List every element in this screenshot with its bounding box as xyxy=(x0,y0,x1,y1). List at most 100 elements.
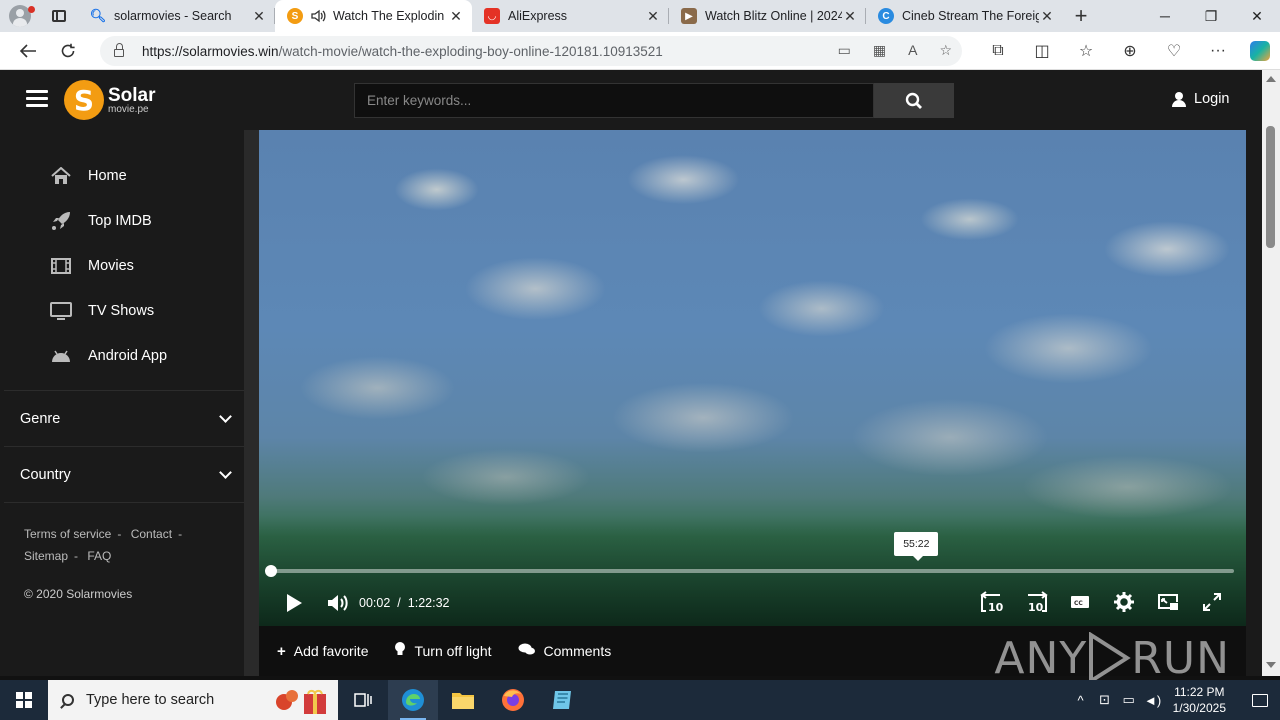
settings-gear-icon[interactable] xyxy=(1111,590,1137,614)
chevron-up-icon[interactable]: ^ xyxy=(1069,693,1093,708)
minimize-icon[interactable]: ─ xyxy=(1142,0,1188,32)
svg-text:CC: CC xyxy=(1074,600,1083,607)
file-explorer-button[interactable] xyxy=(438,680,488,720)
hamburger-menu-icon[interactable] xyxy=(26,90,48,108)
tab-aliexpress[interactable]: ◡ AliExpress ✕ xyxy=(472,0,669,32)
notifications-button[interactable] xyxy=(1240,680,1280,720)
rewind-10-icon[interactable]: 10 xyxy=(979,590,1005,614)
video-player[interactable]: 55:22 00:02/1:22:32 10 10 CC xyxy=(259,130,1246,626)
audio-playing-icon[interactable] xyxy=(311,9,327,23)
split-screen-icon[interactable]: ◫ xyxy=(1020,41,1064,61)
close-tab-icon[interactable]: ✕ xyxy=(448,8,464,25)
seek-tooltip: 55:22 xyxy=(894,532,939,561)
sitemap-link[interactable]: Sitemap xyxy=(24,549,68,563)
start-button[interactable] xyxy=(0,680,48,720)
app-available-icon[interactable]: ▭ xyxy=(838,42,851,59)
gift-decoration-icon[interactable] xyxy=(274,684,330,716)
app-taskbar-button[interactable] xyxy=(538,680,588,720)
login-button[interactable]: Login xyxy=(1172,91,1229,107)
volume-icon[interactable] xyxy=(327,593,349,613)
faq-link[interactable]: FAQ xyxy=(87,549,111,563)
terms-link[interactable]: Terms of service xyxy=(24,527,111,541)
extensions-icon[interactable]: ⧉ xyxy=(976,42,1020,60)
firefox-button[interactable] xyxy=(488,680,538,720)
search-icon xyxy=(62,694,74,706)
more-menu-icon[interactable]: ··· xyxy=(1196,42,1240,60)
logo-text: Solar xyxy=(108,84,156,106)
close-tab-icon[interactable]: ✕ xyxy=(842,8,858,25)
tab-watch-blitz[interactable]: ▶ Watch Blitz Online | 2024 ✕ xyxy=(669,0,866,32)
tab-title: AliExpress xyxy=(508,9,568,23)
anyrun-watermark: ANY RUN xyxy=(994,632,1230,684)
tab-cineb[interactable]: C Cineb Stream The Foreig ✕ xyxy=(866,0,1063,32)
picture-in-picture-icon[interactable] xyxy=(1155,590,1181,614)
ethernet-icon[interactable]: ▭ xyxy=(1117,692,1141,708)
notification-icon xyxy=(1252,693,1268,707)
logo-mark: S xyxy=(64,80,104,120)
progress-bar[interactable]: 55:22 xyxy=(265,532,1234,577)
url-host: https://solarmovies.win xyxy=(142,43,279,59)
forward-10-icon[interactable]: 10 xyxy=(1023,590,1049,614)
scroll-up-icon[interactable] xyxy=(1266,76,1276,82)
edge-taskbar-button[interactable] xyxy=(388,680,438,720)
svg-text:10: 10 xyxy=(988,601,1004,613)
system-tray: ^ ⊡ ▭ ◄) 11:22 PM 1/30/2025 xyxy=(1069,680,1280,720)
task-view-button[interactable] xyxy=(338,680,388,720)
back-button[interactable] xyxy=(8,32,48,70)
sidebar-item-movies[interactable]: Movies xyxy=(4,243,244,288)
aliexpress-icon: ◡ xyxy=(484,8,500,24)
performance-icon[interactable]: ♡ xyxy=(1152,41,1196,61)
network-icon[interactable]: ⊡ xyxy=(1093,692,1117,708)
taskbar-search[interactable]: Type here to search xyxy=(48,680,338,720)
country-dropdown[interactable]: Country xyxy=(4,447,244,503)
tab-solarmovies-search[interactable]: 🔍︎ solarmovies - Search ✕ xyxy=(78,0,275,32)
scrollbar-thumb[interactable] xyxy=(1266,126,1275,248)
url-bar[interactable]: https://solarmovies.win/watch-movie/watc… xyxy=(100,36,962,66)
turn-off-light-button[interactable]: Turn off light xyxy=(394,641,492,661)
close-tab-icon[interactable]: ✕ xyxy=(645,8,661,25)
page-scrollbar[interactable] xyxy=(1262,70,1280,676)
tab-actions-button[interactable] xyxy=(40,0,78,32)
copilot-icon[interactable] xyxy=(1250,41,1270,61)
genre-dropdown[interactable]: Genre xyxy=(4,391,244,447)
sidebar-item-home[interactable]: Home xyxy=(4,153,244,198)
collections-icon[interactable]: ⊕ xyxy=(1108,41,1152,61)
tab-watch-exploding-boy[interactable]: S Watch The Explodin ✕ xyxy=(275,0,472,32)
search-input[interactable] xyxy=(354,83,874,118)
profile-button[interactable] xyxy=(0,0,40,32)
sidebar-item-label: Home xyxy=(88,167,127,184)
close-tab-icon[interactable]: ✕ xyxy=(1039,8,1055,25)
captions-icon[interactable]: CC xyxy=(1067,590,1093,614)
play-icon[interactable] xyxy=(287,594,302,612)
add-favorite-button[interactable]: + Add favorite xyxy=(277,643,368,660)
favorite-star-icon[interactable]: ☆ xyxy=(939,42,952,59)
firefox-icon xyxy=(502,689,524,711)
progress-knob[interactable] xyxy=(265,565,278,577)
speaker-icon[interactable]: ◄) xyxy=(1141,693,1165,708)
document-app-icon xyxy=(553,691,571,709)
sidebar-item-top-imdb[interactable]: Top IMDB xyxy=(4,198,244,243)
close-window-icon[interactable]: ✕ xyxy=(1234,0,1280,32)
contact-link[interactable]: Contact xyxy=(131,527,172,541)
comments-button[interactable]: Comments xyxy=(518,642,611,660)
favorites-icon[interactable]: ☆ xyxy=(1064,41,1108,61)
read-aloud-icon[interactable]: A xyxy=(908,42,917,59)
time-display: 00:02/1:22:32 xyxy=(359,596,450,610)
new-tab-button[interactable]: + xyxy=(1063,0,1099,32)
refresh-button[interactable] xyxy=(48,32,88,70)
sidebar: Home Top IMDB Movies TV Shows Android Ap… xyxy=(4,130,244,676)
split-tab-icon[interactable]: ▦ xyxy=(873,42,886,59)
site-logo[interactable]: S Solar movie.pe xyxy=(64,80,156,120)
taskbar-clock[interactable]: 11:22 PM 1/30/2025 xyxy=(1173,684,1226,716)
restore-icon[interactable]: ❐ xyxy=(1188,0,1234,32)
search-button[interactable] xyxy=(874,83,954,118)
scroll-down-icon[interactable] xyxy=(1266,662,1276,668)
sidebar-item-label: Top IMDB xyxy=(88,212,152,229)
country-label: Country xyxy=(20,466,71,483)
sidebar-item-tv-shows[interactable]: TV Shows xyxy=(4,288,244,333)
close-tab-icon[interactable]: ✕ xyxy=(251,8,267,25)
lock-icon[interactable] xyxy=(114,43,124,57)
android-icon xyxy=(50,346,72,366)
fullscreen-icon[interactable] xyxy=(1199,590,1225,614)
sidebar-item-android-app[interactable]: Android App xyxy=(4,333,244,378)
